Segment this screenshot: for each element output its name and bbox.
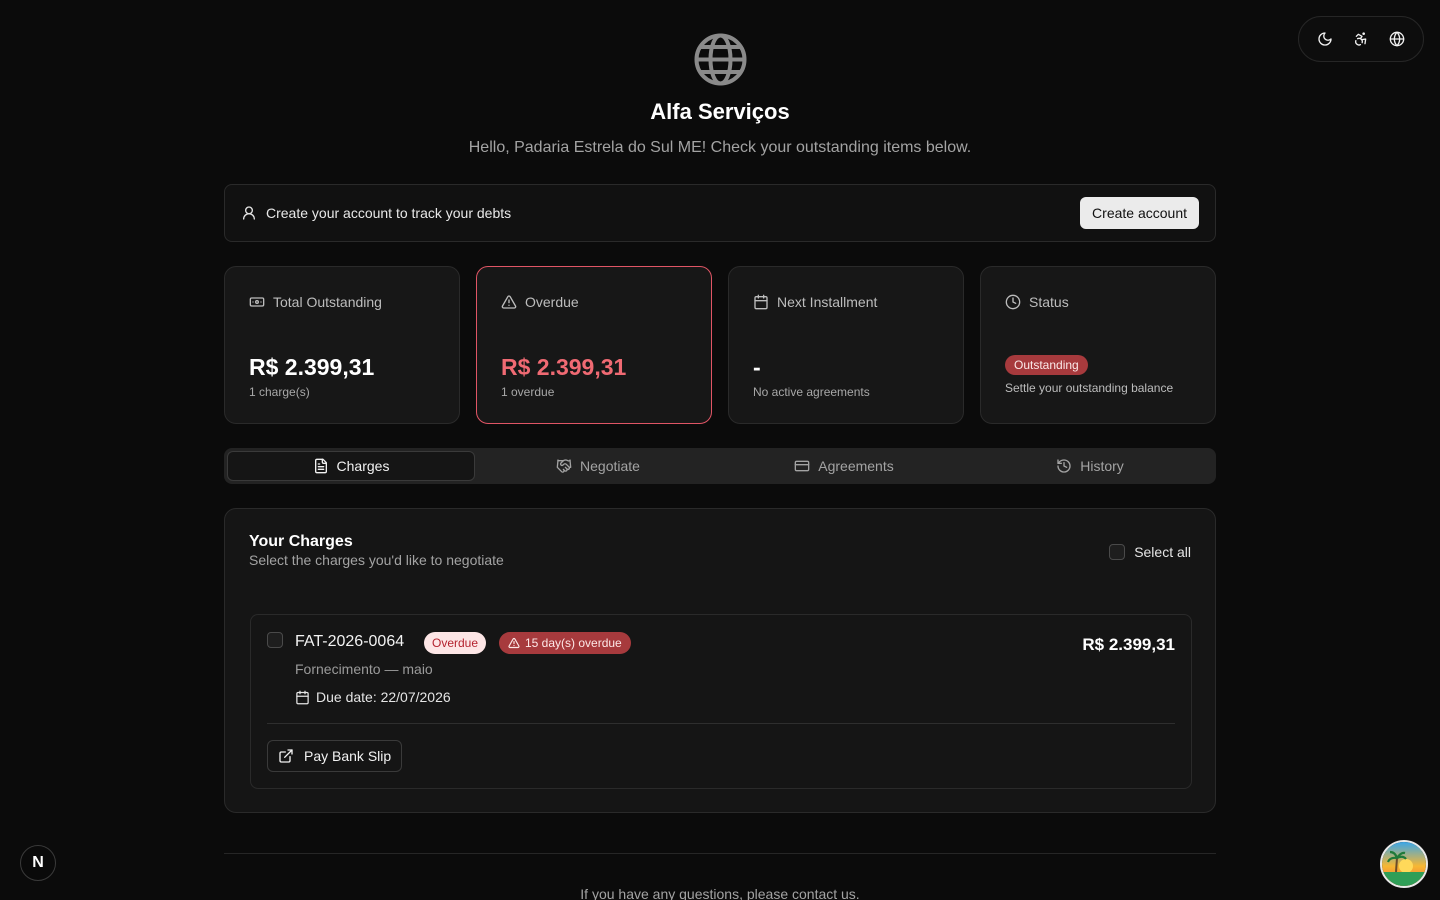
external-link-icon bbox=[279, 749, 293, 763]
language-button[interactable] bbox=[1380, 22, 1414, 56]
tab-charges[interactable]: Charges bbox=[227, 451, 475, 481]
create-account-banner: Create your account to track your debts … bbox=[224, 184, 1216, 242]
next-installment-card: Next Installment - No active agreements bbox=[728, 266, 964, 424]
tab-label: Negotiate bbox=[580, 458, 640, 474]
tab-bar: Charges Negotiate Agreements History bbox=[224, 448, 1216, 484]
user-icon bbox=[241, 205, 257, 221]
pay-bank-slip-button[interactable]: Pay Bank Slip bbox=[267, 740, 403, 772]
card-label: Overdue bbox=[525, 294, 579, 310]
charges-panel: Your Charges Select the charges you'd li… bbox=[224, 508, 1216, 813]
footer-text: If you have any questions, please contac… bbox=[580, 886, 860, 900]
tab-label: History bbox=[1080, 458, 1124, 474]
greeting-text: Hello, Padaria Estrela do Sul ME! Check … bbox=[468, 139, 972, 156]
tab-agreements[interactable]: Agreements bbox=[721, 451, 967, 481]
calendar-icon bbox=[296, 690, 309, 704]
status-card: Status Outstanding Settle your outstandi… bbox=[980, 266, 1216, 424]
overdue-badge: Overdue bbox=[424, 632, 487, 654]
accessibility-icon bbox=[1355, 32, 1367, 46]
footer-divider bbox=[224, 853, 1216, 854]
banner-text: Create your account to track your debts bbox=[266, 205, 512, 221]
file-text-icon bbox=[314, 458, 327, 474]
card-label: Total Outstanding bbox=[273, 294, 382, 310]
charge-card: FAT-2026-0064 Overdue 15 day(s) overdue … bbox=[250, 614, 1192, 789]
due-date-text: Due date: 22/07/2026 bbox=[316, 689, 451, 705]
calendar-icon bbox=[754, 294, 768, 310]
panel-title: Your Charges bbox=[249, 533, 353, 550]
tab-label: Charges bbox=[336, 458, 390, 474]
create-account-button[interactable]: Create account bbox=[1080, 197, 1199, 229]
warning-triangle-icon bbox=[501, 295, 517, 309]
status-sub: Settle your outstanding balance bbox=[1005, 381, 1174, 395]
pay-label: Pay Bank Slip bbox=[304, 748, 392, 764]
overdue-value: R$ 2.399,31 bbox=[501, 354, 627, 380]
days-overdue-text: 15 day(s) overdue bbox=[525, 636, 622, 650]
card-label: Status bbox=[1029, 294, 1069, 310]
next-installment-value: - bbox=[753, 354, 761, 380]
card-label: Next Installment bbox=[777, 294, 878, 310]
divider bbox=[267, 723, 1175, 724]
next-installment-sub: No active agreements bbox=[753, 385, 870, 399]
select-all-control[interactable]: Select all bbox=[1109, 544, 1191, 560]
charge-description: Fornecimento — maio bbox=[295, 661, 433, 677]
total-outstanding-value: R$ 2.399,31 bbox=[249, 354, 375, 380]
settings-toolbar bbox=[1298, 16, 1424, 62]
theme-toggle-button[interactable] bbox=[1308, 22, 1342, 56]
charge-id: FAT-2026-0064 bbox=[295, 633, 405, 650]
moon-icon bbox=[1318, 32, 1332, 46]
total-outstanding-card: Total Outstanding R$ 2.399,31 1 charge(s… bbox=[224, 266, 460, 424]
charge-amount: R$ 2.399,31 bbox=[1082, 635, 1175, 654]
company-name: Alfa Serviços bbox=[650, 99, 790, 124]
days-overdue-badge: 15 day(s) overdue bbox=[499, 632, 631, 654]
globe-icon bbox=[1389, 31, 1405, 47]
accessibility-button[interactable] bbox=[1344, 22, 1378, 56]
charge-due-date: Due date: 22/07/2026 bbox=[295, 689, 451, 705]
dev-tools-badge[interactable]: N bbox=[20, 845, 56, 881]
credit-card-icon bbox=[794, 460, 810, 472]
total-outstanding-sub: 1 charge(s) bbox=[249, 385, 310, 399]
company-logo-globe-icon bbox=[693, 32, 748, 87]
select-all-checkbox[interactable] bbox=[1109, 544, 1126, 560]
avatar[interactable] bbox=[1380, 840, 1428, 888]
select-all-label: Select all bbox=[1134, 544, 1191, 560]
handshake-icon bbox=[556, 459, 572, 473]
charge-checkbox[interactable] bbox=[267, 632, 283, 648]
tab-label: Agreements bbox=[818, 458, 894, 474]
tab-history[interactable]: History bbox=[967, 451, 1213, 481]
clock-icon bbox=[1005, 294, 1021, 310]
warning-triangle-icon bbox=[508, 637, 520, 649]
tab-negotiate[interactable]: Negotiate bbox=[475, 451, 721, 481]
history-icon bbox=[1057, 459, 1071, 473]
overdue-card: Overdue R$ 2.399,31 1 overdue bbox=[476, 266, 712, 424]
banknote-icon bbox=[249, 297, 265, 307]
panel-subtitle: Select the charges you'd like to negotia… bbox=[249, 552, 504, 568]
overdue-sub: 1 overdue bbox=[501, 385, 555, 399]
status-badge: Outstanding bbox=[1005, 355, 1088, 375]
